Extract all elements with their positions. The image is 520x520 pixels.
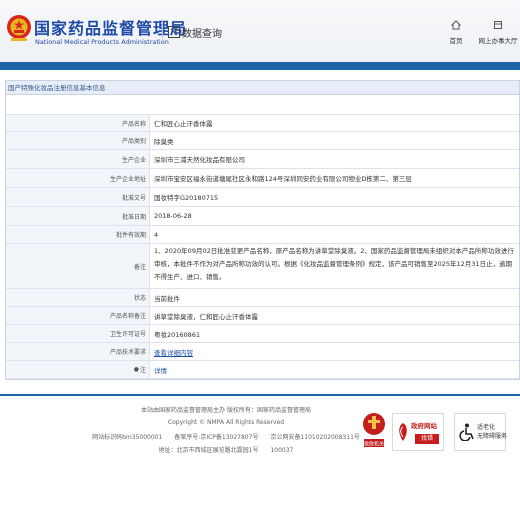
- blank-row: [6, 95, 519, 115]
- page-title: 数据查询: [182, 29, 222, 40]
- row-approval-date: 批准日期 2018-06-28: [6, 207, 519, 226]
- row-value: 查看详细内容: [150, 343, 519, 360]
- row-value: 详情: [150, 361, 519, 378]
- row-technical-requirements: 产品技术要求 查看详细内容: [6, 343, 519, 361]
- row-label: 批准文号: [6, 188, 150, 206]
- accessibility-label-line2: 无障碍服务: [477, 433, 508, 440]
- row-status: 状态 当前批件: [6, 289, 519, 307]
- accessibility-badge[interactable]: 适老化 无障碍服务: [454, 413, 507, 451]
- row-remarks: 备注 1、2020年09月02日批准变更产品名称，原产品名称为讲草堂除臭液。2、…: [6, 244, 519, 289]
- site-header: 国家药品监督管理局 National Medical Products Admi…: [0, 0, 520, 62]
- accessibility-label: 适老化 无障碍服务: [477, 423, 507, 441]
- row-label: 产品技术要求: [6, 343, 150, 360]
- row-label: 批件有效期: [6, 226, 150, 243]
- row-value: 仁和匠心止汗香体露: [154, 120, 213, 128]
- party-badge-label: 党政机关: [364, 441, 384, 448]
- row-value: 粤妆20160861: [154, 330, 201, 339]
- gov-site-icon: [399, 423, 407, 441]
- row-product-category: 产品类别 除臭类: [6, 132, 519, 150]
- row-product-name: 产品名称 仁和匠心止汗香体露: [6, 115, 519, 132]
- details-link[interactable]: 详情: [154, 365, 167, 375]
- accessibility-icon: [459, 423, 474, 441]
- header-divider: [162, 20, 163, 42]
- row-value: 除臭类: [154, 137, 174, 146]
- home-icon: [451, 20, 461, 30]
- nav-home-label: 首页: [449, 37, 463, 45]
- row-label: 生产企业: [6, 150, 150, 168]
- gov-site-sublabel: 找错: [415, 434, 439, 444]
- row-value: 4: [154, 230, 159, 239]
- row-label: 批准日期: [6, 207, 150, 225]
- row-manufacturer-address: 生产企业地址 深圳市宝安区福永街道塘尾社区永和路124号深圳同安药业有限公司物业…: [6, 169, 519, 188]
- row-value: 讲草堂除臭液，仁和匠心止汗香体露: [154, 312, 258, 321]
- row-hygiene-license: 卫生许可证号 粤妆20160861: [6, 325, 519, 343]
- row-label: 产品类别: [6, 132, 150, 149]
- gov-site-error-badge[interactable]: 政府网站 找错: [392, 413, 444, 451]
- nav-online-hall-label: 网上办事大厅: [478, 37, 518, 45]
- view-details-link[interactable]: 查看详细内容: [154, 347, 193, 357]
- building-icon: [494, 21, 502, 29]
- row-label: 产品名称: [6, 115, 150, 131]
- accessibility-label-line1: 适老化: [477, 424, 496, 431]
- row-value: 当前批件: [154, 294, 180, 303]
- row-value: 深圳市三浦天然化妆品有限公司: [154, 156, 245, 164]
- row-value: 2018-06-28: [154, 212, 192, 220]
- row-label: 卫生许可证号: [6, 325, 150, 342]
- row-manufacturer: 生产企业 深圳市三浦天然化妆品有限公司: [6, 150, 519, 169]
- header-accent-bar: [0, 62, 520, 70]
- row-label-text: 注: [139, 367, 146, 374]
- nav-online-hall[interactable]: 网上办事大厅: [476, 20, 520, 45]
- gov-site-label: 政府网站: [411, 422, 437, 430]
- row-product-name-remarks: 产品名称备注 讲草堂除臭液，仁和匠心止汗香体露: [6, 307, 519, 325]
- national-emblem-icon: [7, 15, 31, 41]
- row-label: ● 注: [6, 361, 150, 378]
- row-value: 国妆特字G20180715: [154, 194, 219, 202]
- lightbulb-icon: ●: [133, 366, 139, 373]
- nav-home[interactable]: 首页: [434, 20, 478, 45]
- data-query-icon: [168, 26, 180, 38]
- row-label: 备注: [6, 244, 150, 288]
- detail-panel: 国产特殊化妆品注册信息基本信息 产品名称 仁和匠心止汗香体露 产品类别 除臭类 …: [5, 80, 520, 380]
- row-note: ● 注 详情: [6, 361, 519, 379]
- row-label: 产品名称备注: [6, 307, 150, 324]
- row-value: 深圳市宝安区福永街道塘尾社区永和路124号深圳同安药业有限公司物业D栋第二、第三…: [154, 175, 412, 183]
- row-approval-number: 批准文号 国妆特字G20180715: [6, 188, 519, 207]
- brand-subtitle: National Medical Products Administration: [35, 38, 169, 46]
- footer-divider: [0, 394, 520, 396]
- row-validity: 批件有效期 4: [6, 226, 519, 244]
- party-emblem-icon[interactable]: 党政机关: [362, 409, 386, 449]
- panel-title: 国产特殊化妆品注册信息基本信息: [6, 81, 519, 95]
- row-label: 状态: [6, 289, 150, 306]
- row-value: 1、2020年09月02日批准变更产品名称，原产品名称为讲草堂除臭液。2、国家药…: [154, 247, 514, 281]
- brand-title[interactable]: 国家药品监督管理局: [34, 15, 187, 39]
- row-label: 生产企业地址: [6, 169, 150, 187]
